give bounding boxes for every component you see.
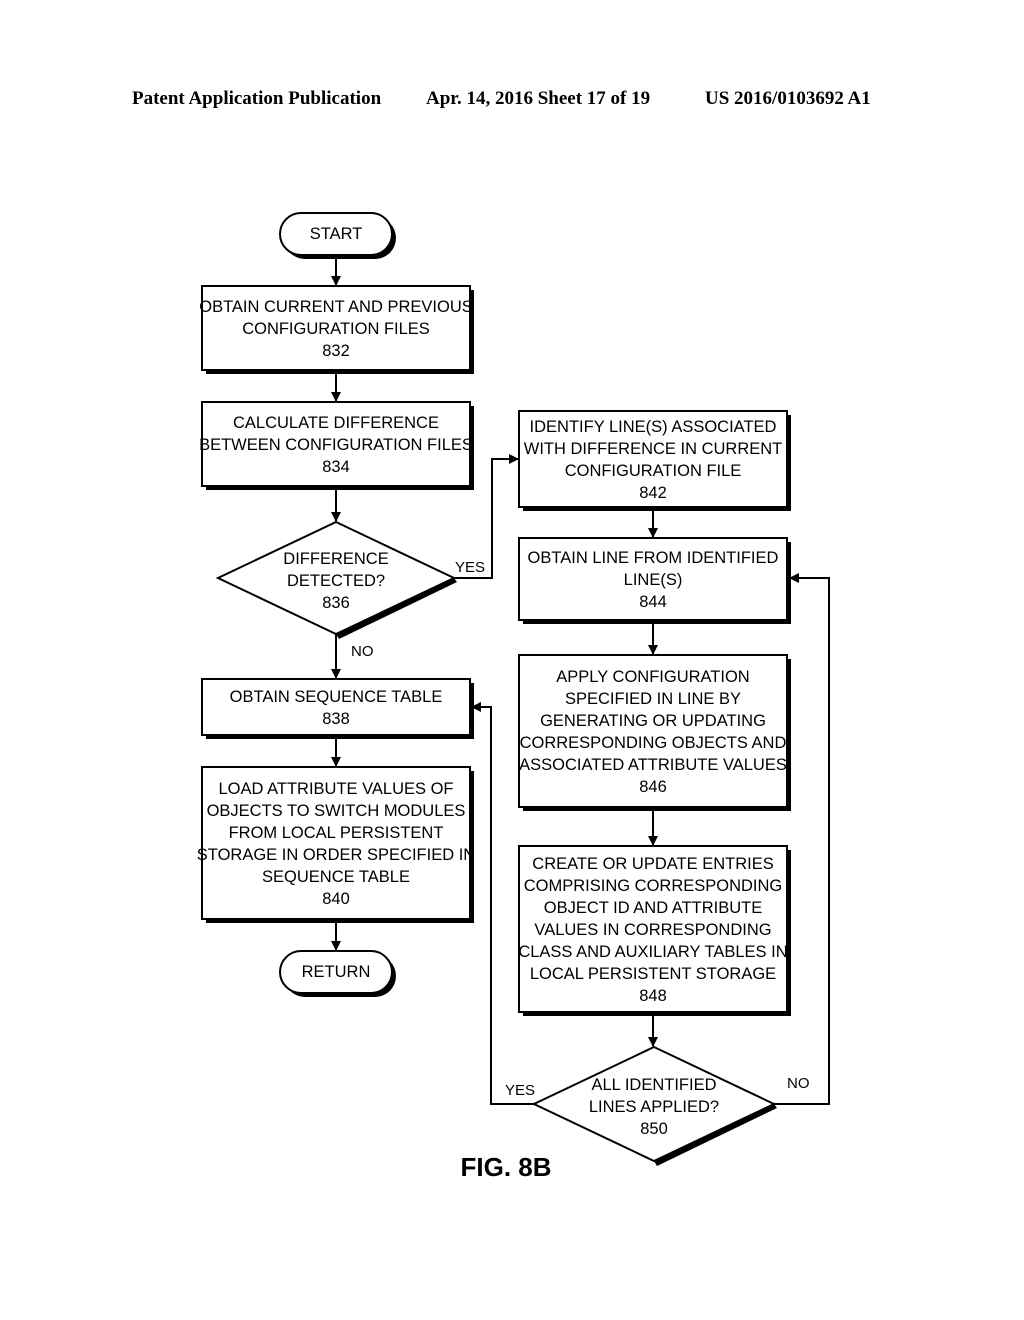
process-box-n846: APPLY CONFIGURATION SPECIFIED IN LINE BY G…	[518, 654, 791, 811]
edge-label-no: NO	[787, 1075, 810, 1092]
process-box-n844: OBTAIN LINE FROM IDENTIFIED LINE(S) 844	[518, 537, 791, 624]
process-box-n848: CREATE OR UPDATE ENTRIES COMPRISING CORRE…	[518, 845, 791, 1016]
step-text: DIFFERENCE	[283, 550, 388, 568]
step-text: DETECTED?	[287, 572, 385, 590]
terminal-start: START	[279, 212, 396, 259]
step-text: CALCULATE DIFFERENCE	[233, 414, 439, 432]
edge-label-yes: YES	[455, 559, 485, 576]
step-number: 848	[639, 987, 667, 1005]
decision-n836: DIFFERENCE DETECTED? 836	[215, 520, 457, 639]
terminal-return: RETURN	[279, 950, 396, 997]
step-text: SEQUENCE TABLE	[262, 868, 410, 886]
step-text: LOAD ATTRIBUTE VALUES OF	[218, 780, 453, 798]
step-text: COMPRISING CORRESPONDING	[524, 877, 783, 895]
step-number: 836	[322, 594, 350, 612]
flowchart: YES NO YES NO START OBTAIN CURRENT AND PREVI…	[197, 212, 830, 1182]
step-text: ALL IDENTIFIED	[592, 1076, 717, 1094]
step-text: LOCAL PERSISTENT STORAGE	[530, 965, 776, 983]
step-number: 846	[639, 778, 667, 796]
step-number: 850	[640, 1120, 668, 1138]
step-text: CONFIGURATION FILE	[565, 462, 742, 480]
step-text: RETURN	[302, 963, 371, 981]
step-text: LINES APPLIED?	[589, 1098, 719, 1116]
step-text: OBJECT ID AND ATTRIBUTE	[544, 899, 763, 917]
step-text: IDENTIFY LINE(S) ASSOCIATED	[530, 418, 777, 436]
step-text: VALUES IN CORRESPONDING	[534, 921, 771, 939]
step-text: WITH DIFFERENCE IN CURRENT	[524, 440, 783, 458]
step-text: OBTAIN CURRENT AND PREVIOUS	[199, 298, 473, 316]
step-text: OBJECTS TO SWITCH MODULES	[207, 802, 466, 820]
process-box-n840: LOAD ATTRIBUTE VALUES OF OBJECTS TO SWITC…	[197, 766, 475, 923]
step-text: STORAGE IN ORDER SPECIFIED IN	[197, 846, 475, 864]
step-number: 844	[639, 593, 667, 611]
process-box-n838: OBTAIN SEQUENCE TABLE 838	[201, 678, 474, 739]
step-text: BETWEEN CONFIGURATION FILES	[199, 436, 473, 454]
step-text: ASSOCIATED ATTRIBUTE VALUES	[519, 756, 787, 774]
step-number: 832	[322, 342, 350, 360]
step-text: FROM LOCAL PERSISTENT	[229, 824, 444, 842]
decision-n850: ALL IDENTIFIED LINES APPLIED? 850	[531, 1045, 777, 1166]
process-box-n832: OBTAIN CURRENT AND PREVIOUS CONFIGURATION…	[199, 285, 474, 374]
step-text: APPLY CONFIGURATION	[556, 668, 749, 686]
step-number: 838	[322, 710, 350, 728]
step-text: GENERATING OR UPDATING	[540, 712, 766, 730]
step-text: CORRESPONDING OBJECTS AND	[520, 734, 787, 752]
step-text: OBTAIN LINE FROM IDENTIFIED	[528, 549, 779, 567]
step-text: SPECIFIED IN LINE BY	[565, 690, 741, 708]
step-text: CREATE OR UPDATE ENTRIES	[532, 855, 773, 873]
step-text: CONFIGURATION FILES	[242, 320, 430, 338]
step-number: 840	[322, 890, 350, 908]
step-text: CLASS AND AUXILIARY TABLES IN	[518, 943, 787, 961]
step-text: START	[310, 225, 363, 243]
edge-label-yes: YES	[505, 1082, 535, 1099]
process-box-n842: IDENTIFY LINE(S) ASSOCIATED WITH DIFFEREN…	[518, 410, 791, 511]
step-text: OBTAIN SEQUENCE TABLE	[230, 688, 443, 706]
step-text: LINE(S)	[624, 571, 683, 589]
figure-label: FIG. 8B	[460, 1152, 551, 1182]
edge-label-no: NO	[351, 643, 374, 660]
step-number: 834	[322, 458, 350, 476]
process-box-n834: CALCULATE DIFFERENCE BETWEEN CONFIGURATIO…	[199, 401, 474, 490]
step-number: 842	[639, 484, 667, 502]
